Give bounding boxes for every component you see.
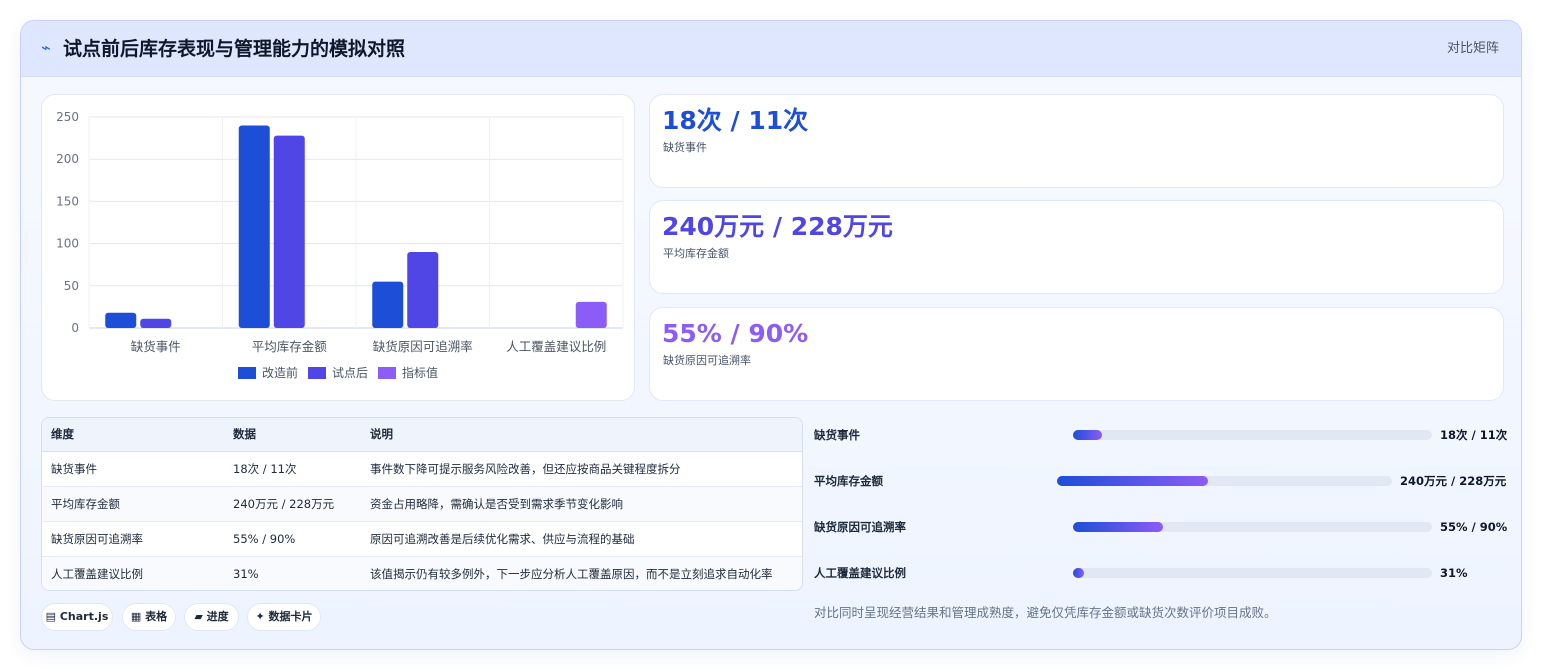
stat-card-inventory: 240万元 / 228万元 平均库存金额 (649, 200, 1504, 294)
tag-table[interactable]: ▦ 表格 (122, 603, 176, 631)
progress-track (1073, 522, 1432, 532)
progress-track (1057, 476, 1392, 486)
chart-icon: ▤ (45, 610, 57, 623)
y-tick-label: 250 (56, 110, 79, 124)
table-cell: 该值揭示仍有较多例外，下一步应分析人工覆盖原因，而不是立刻追求自动化率 (361, 556, 802, 590)
table-cell: 缺货原因可追溯率 (42, 521, 224, 557)
legend-swatch (308, 367, 326, 379)
bar (140, 318, 172, 328)
tag-label: 进度 (206, 610, 229, 623)
column-header: 说明 (361, 418, 802, 452)
progress-value: 240万元 / 228万元 (1400, 474, 1507, 488)
progress-value: 31% (1440, 566, 1468, 580)
x-tick-label: 缺货事件 (131, 339, 181, 354)
pulse-icon: ⌁ (41, 38, 51, 57)
sparkle-icon: ✦ (255, 610, 265, 623)
progress-label: 人工覆盖建议比例 (814, 566, 906, 580)
progress-value: 18次 / 11次 (1440, 428, 1508, 442)
tag-label: 数据卡片 (268, 610, 313, 623)
x-tick-label: 缺货原因可追溯率 (373, 339, 473, 354)
stat-label: 平均库存金额 (663, 247, 729, 260)
panel-header: ⌁ 试点前后库存表现与管理能力的模拟对照 对比矩阵 (21, 21, 1521, 77)
comparison-table: 维度 数据 说明 缺货事件 18次 / 11次 事件数下降可提示服务风险改善，但… (41, 417, 803, 591)
x-tick-label: 平均库存金额 (252, 339, 328, 354)
bar (372, 281, 404, 328)
stat-value: 55% / 90% (662, 319, 809, 348)
y-tick-label: 0 (71, 321, 79, 335)
progress-fill (1073, 430, 1102, 440)
stat-label: 缺货原因可追溯率 (663, 354, 751, 367)
legend-swatch (238, 367, 256, 379)
table-cell: 缺货事件 (42, 451, 224, 487)
table-cell: 原因可追溯改善是后续优化需求、供应与流程的基础 (361, 521, 802, 557)
legend-label: 指标值 (402, 365, 438, 380)
legend-label: 改造前 (262, 365, 298, 380)
y-tick-label: 200 (56, 152, 79, 166)
table-cell: 18次 / 11次 (224, 451, 361, 487)
bar (407, 252, 439, 328)
y-tick-label: 50 (64, 279, 79, 293)
stat-card-traceability: 55% / 90% 缺货原因可追溯率 (649, 307, 1504, 401)
table-row: 人工覆盖建议比例 31% 该值揭示仍有较多例外，下一步应分析人工覆盖原因，而不是… (42, 556, 802, 590)
x-tick-label: 人工覆盖建议比例 (506, 339, 606, 354)
tag-progress[interactable]: ▰ 进度 (184, 603, 239, 631)
bar (238, 125, 270, 328)
progress-label: 平均库存金额 (814, 474, 883, 488)
table-cell: 240万元 / 228万元 (224, 486, 361, 522)
bar (105, 312, 137, 328)
legend-swatch (378, 367, 396, 379)
column-header: 维度 (42, 418, 224, 452)
table-header-row: 维度 数据 说明 (42, 418, 802, 452)
table-cell: 31% (224, 556, 361, 590)
y-tick-label: 150 (56, 194, 79, 208)
progress-track (1073, 568, 1432, 578)
progress-icon: ▰ (194, 610, 203, 623)
progress-fill (1073, 522, 1163, 532)
table-cell: 平均库存金额 (42, 486, 224, 522)
footnote: 对比同时呈现经营结果和管理成熟度，避免仅凭库存金额或缺货次数评价项目成败。 (814, 605, 1277, 620)
stat-value: 240万元 / 228万元 (662, 212, 893, 241)
stat-label: 缺货事件 (663, 141, 707, 154)
progress-label: 缺货原因可追溯率 (814, 520, 906, 534)
table-row: 缺货事件 18次 / 11次 事件数下降可提示服务风险改善，但还应按商品关键程度… (42, 451, 802, 487)
progress-label: 缺货事件 (814, 428, 860, 442)
tag-data-cards[interactable]: ✦ 数据卡片 (247, 603, 321, 631)
tag-label: Chart.js (59, 610, 109, 623)
table-row: 缺货原因可追溯率 55% / 90% 原因可追溯改善是后续优化需求、供应与流程的… (42, 521, 802, 557)
progress-fill (1073, 568, 1084, 578)
tag-chartjs[interactable]: ▤ Chart.js (41, 603, 113, 631)
table-cell: 事件数下降可提示服务风险改善，但还应按商品关键程度拆分 (361, 451, 802, 487)
table-row: 平均库存金额 240万元 / 228万元 资金占用略降，需确认是否受到需求季节变… (42, 486, 802, 522)
bar-chart-card: 0 50 100 150 200 250 缺货事件 平均库存金额 缺货原因可追溯率 人工覆盖建议比… (41, 94, 635, 401)
page-title: 试点前后库存表现与管理能力的模拟对照 (63, 38, 406, 60)
column-header: 数据 (224, 418, 361, 452)
stat-card-stockout: 18次 / 11次 缺货事件 (649, 94, 1504, 188)
progress-row: 缺货原因可追溯率 55% / 90% (814, 517, 1514, 537)
progress-row: 人工覆盖建议比例 31% (814, 563, 1514, 583)
progress-row: 缺货事件 18次 / 11次 (814, 425, 1514, 445)
table-cell: 资金占用略降，需确认是否受到需求季节变化影响 (361, 486, 802, 522)
table-icon: ▦ (130, 610, 142, 623)
table-cell: 人工覆盖建议比例 (42, 556, 224, 590)
legend-label: 试点后 (332, 365, 368, 380)
progress-fill (1057, 476, 1208, 486)
progress-track (1073, 430, 1432, 440)
bar (575, 301, 607, 328)
bar (273, 135, 305, 328)
stat-value: 18次 / 11次 (662, 106, 809, 135)
table-cell: 55% / 90% (224, 521, 361, 557)
progress-value: 55% / 90% (1440, 520, 1508, 534)
bar-chart: 0 50 100 150 200 250 缺货事件 平均库存金额 缺货原因可追溯率 人工覆盖建议比… (56, 110, 624, 380)
matrix-label: 对比矩阵 (1446, 41, 1499, 56)
progress-row: 平均库存金额 240万元 / 228万元 (814, 471, 1514, 491)
comparison-panel: ⌁ 试点前后库存表现与管理能力的模拟对照 对比矩阵 0 50 100 150 200 25… (20, 20, 1522, 650)
tag-label: 表格 (145, 610, 168, 623)
y-tick-label: 100 (56, 237, 79, 251)
